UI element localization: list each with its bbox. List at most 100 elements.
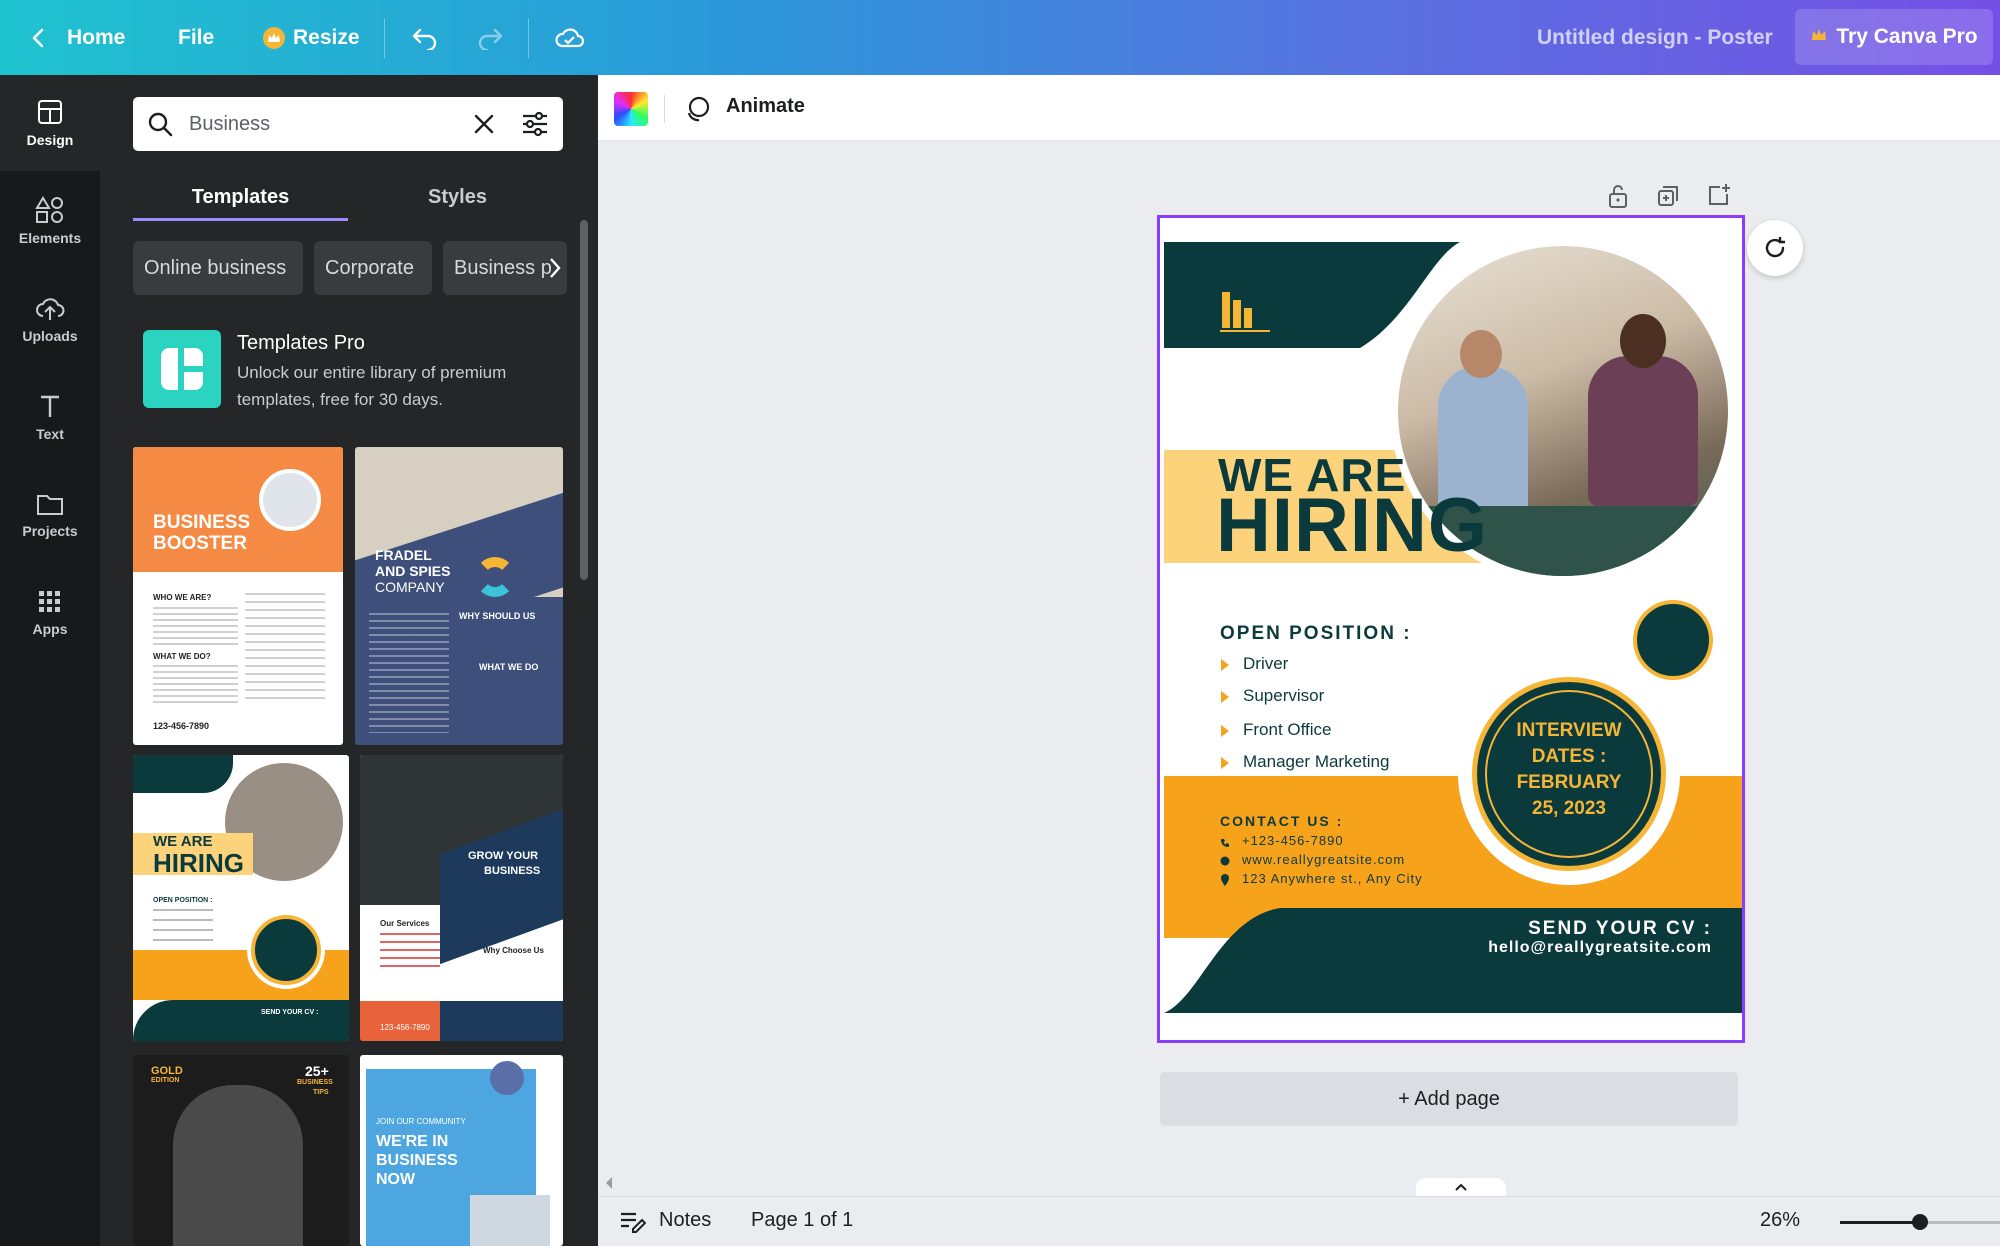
poster-contact-title: CONTACT US : [1220, 813, 1344, 829]
animate-button[interactable]: Animate [726, 95, 805, 118]
template-thumb-in-business-now[interactable]: JOIN OUR COMMUNITY WE'RE IN BUSINESS NOW [360, 1055, 563, 1246]
position-label: Manager Marketing [1243, 752, 1390, 771]
rail-item-projects[interactable]: Projects [0, 467, 100, 563]
thumb-text: SEND YOUR CV : [261, 1009, 319, 1016]
thumb-text: BUSINESS [484, 865, 541, 877]
template-thumb-we-are-hiring[interactable]: WE ARE HIRING OPEN POSITION : SEND YOUR … [133, 755, 349, 1041]
poster-open-position-title: OPEN POSITION : [1220, 623, 1412, 644]
zoom-slider-handle[interactable] [1912, 1214, 1928, 1230]
chip-online-business[interactable]: Online business [133, 241, 303, 295]
chevron-up-icon [1455, 1183, 1467, 1191]
promo-title: Templates Pro [237, 332, 365, 354]
phone-icon [1221, 839, 1229, 847]
template-thumb-grow-your-business[interactable]: GROW YOUR BUSINESS Our Services Why Choo… [360, 755, 563, 1041]
template-thumb-fradel-spies[interactable]: FRADEL AND SPIES COMPANY WHY SHOULD US W… [355, 447, 563, 745]
position-label: Supervisor [1243, 686, 1325, 705]
search-input[interactable]: Business [189, 97, 270, 151]
badge-line-1: INTERVIEW [1516, 720, 1622, 741]
document-title[interactable]: Untitled design - Poster [1537, 0, 1773, 75]
poster-address: 123 Anywhere st., Any City [1242, 871, 1423, 886]
thumb-text: GROW YOUR [468, 850, 539, 862]
search-box[interactable]: Business [133, 97, 563, 151]
poster-canvas[interactable]: WE ARE HIRING OPEN POSITION : Driver Sup… [1157, 215, 1745, 1043]
file-menu-button[interactable]: File [178, 0, 214, 75]
bullet-triangle-icon [1221, 757, 1229, 769]
add-page-button[interactable]: + Add page [1160, 1072, 1738, 1126]
page-indicator[interactable]: Page 1 of 1 [751, 1209, 853, 1232]
bullet-triangle-icon [1221, 691, 1229, 703]
badge-line-2: DATES : [1531, 746, 1607, 767]
decorative-circle [1633, 600, 1713, 680]
shapes-icon [35, 196, 63, 223]
promo-text-line-2: templates, free for 30 days. [237, 390, 443, 409]
divider [384, 18, 385, 58]
notes-icon[interactable] [618, 1209, 646, 1235]
color-picker-icon[interactable] [614, 92, 648, 126]
thumb-text: BUSINESS [376, 1152, 458, 1169]
text-icon [41, 395, 59, 417]
globe-icon [1220, 856, 1230, 866]
badge-line-4: 25, 2023 [1532, 798, 1606, 819]
position-label: Front Office [1243, 720, 1332, 739]
undo-icon[interactable] [410, 0, 440, 75]
position-label: Driver [1243, 654, 1289, 673]
pages-toggle[interactable] [1416, 1178, 1506, 1198]
thumb-text: BUSINESS [297, 1079, 333, 1086]
crown-icon [263, 26, 285, 49]
lock-icon[interactable] [1606, 183, 1630, 209]
try-pro-label: Try Canva Pro [1836, 25, 1978, 48]
add-page-icon[interactable] [1706, 182, 1732, 208]
active-tab-indicator [133, 218, 348, 221]
refresh-icon [1765, 237, 1785, 258]
thumb-text: COMPANY [375, 579, 445, 595]
chip-corporate[interactable]: Corporate [314, 241, 432, 295]
thumb-text: TIPS [313, 1089, 329, 1096]
notes-button[interactable]: Notes [659, 1209, 711, 1232]
position-item: Supervisor [1220, 682, 1520, 712]
cloud-upload-icon [36, 298, 65, 320]
thumb-text: Why Choose Us [483, 946, 544, 955]
animate-icon[interactable] [684, 95, 712, 123]
rail-item-design[interactable]: Design [0, 75, 100, 171]
thumb-text: WHO WE ARE? [153, 593, 212, 602]
home-button[interactable]: Home [67, 0, 125, 75]
rail-item-apps[interactable]: Apps [0, 565, 100, 661]
rail-item-elements[interactable]: Elements [0, 173, 100, 269]
redo-icon[interactable] [475, 0, 505, 75]
editor-toolbar: Animate [598, 75, 2000, 141]
zoom-value[interactable]: 26% [1760, 1209, 1800, 1232]
rail-label: Elements [18, 230, 82, 246]
location-pin-icon [1221, 874, 1229, 886]
zoom-slider-fill [1840, 1221, 1920, 1224]
chevron-right-icon[interactable] [548, 256, 562, 280]
thumb-text: BUSINESS [153, 512, 251, 533]
top-bar: Home File Resize Untitled design - Poste… [0, 0, 2000, 75]
search-icon [148, 112, 173, 137]
filter-icon[interactable] [521, 110, 549, 138]
tab-templates[interactable]: Templates [133, 171, 348, 223]
duplicate-page-icon[interactable] [1656, 184, 1680, 208]
rail-label: Text [36, 426, 64, 442]
back-chevron-icon[interactable] [28, 0, 50, 75]
resize-button[interactable]: Resize [263, 0, 360, 75]
poster-phone: +123-456-7890 [1242, 833, 1344, 848]
template-thumb-gold-edition[interactable]: GOLD EDITION 25+ BUSINESS TIPS [133, 1055, 349, 1246]
scroll-left-icon[interactable] [604, 1176, 614, 1190]
templates-pro-logo [143, 330, 221, 408]
divider [528, 18, 529, 58]
bullet-triangle-icon [1221, 725, 1229, 737]
clear-icon[interactable] [473, 113, 495, 135]
tab-styles[interactable]: Styles [350, 171, 565, 223]
rail-item-uploads[interactable]: Uploads [0, 271, 100, 367]
cloud-saved-icon[interactable] [554, 0, 586, 75]
rotate-button[interactable] [1747, 220, 1803, 276]
thumb-text: OPEN POSITION : [153, 897, 213, 904]
thumb-text: NOW [376, 1171, 416, 1188]
try-canva-pro-button[interactable]: Try Canva Pro [1795, 9, 1993, 65]
company-logo-icon [1220, 292, 1270, 332]
rail-item-text[interactable]: Text [0, 369, 100, 465]
panel-scrollbar[interactable] [580, 220, 588, 580]
thumb-text: JOIN OUR COMMUNITY [376, 1117, 466, 1126]
template-thumb-business-booster[interactable]: BUSINESS BOOSTER WHO WE ARE? WHAT WE DO?… [133, 447, 343, 745]
thumb-text: 123-456-7890 [153, 721, 210, 731]
